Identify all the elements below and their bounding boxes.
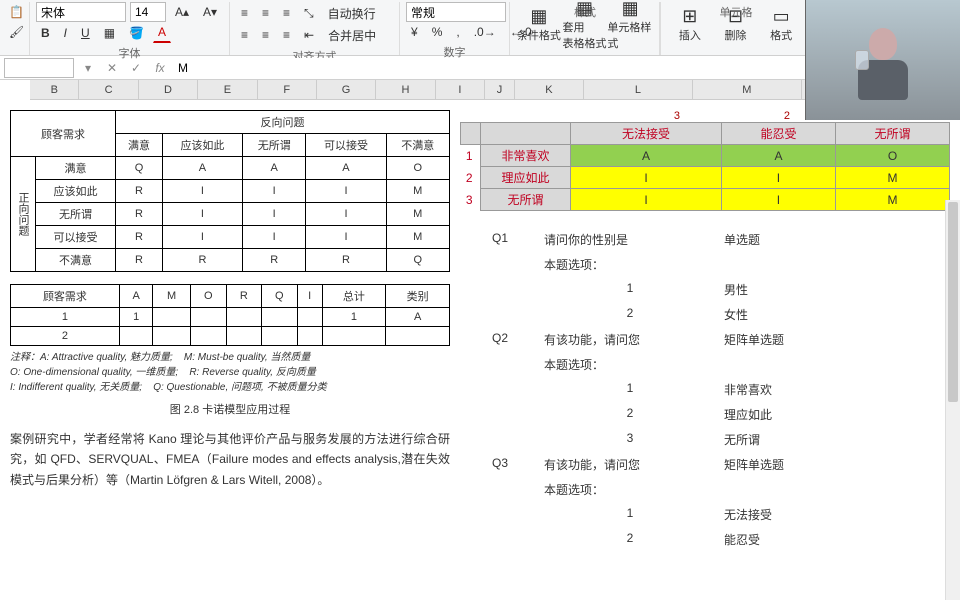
col-B[interactable]: B bbox=[30, 80, 79, 99]
increase-font[interactable]: A▴ bbox=[170, 2, 194, 22]
col-F[interactable]: F bbox=[258, 80, 317, 99]
decrease-font[interactable]: A▾ bbox=[198, 2, 222, 22]
merge-center[interactable]: 合并居中 bbox=[323, 24, 381, 47]
question-list: Q1请问你的性别是单选题本题选项：1男性2女性Q2有该功能，请问您矩阵单选题本题… bbox=[460, 229, 950, 550]
figure-caption: 图 2.8 卡诺模型应用过程 bbox=[10, 401, 450, 417]
percent[interactable]: % bbox=[427, 22, 448, 42]
col-E[interactable]: E bbox=[198, 80, 257, 99]
col-H[interactable]: H bbox=[376, 80, 435, 99]
kano-matrix[interactable]: 无法接受能忍受无所谓 1非常喜欢AAO2理应如此IIM3无所谓IIM bbox=[460, 122, 950, 211]
align-top[interactable]: ≡ bbox=[236, 3, 253, 23]
col-C[interactable]: C bbox=[79, 80, 138, 99]
kano-table-1: 顾客需求反向问题 满意应该如此无所谓可以接受不满意 正向问题满意QAAAO应该如… bbox=[10, 110, 450, 272]
paste-button[interactable]: 📋 bbox=[10, 2, 23, 22]
align-right[interactable]: ≡ bbox=[278, 25, 295, 45]
scrollbar-thumb[interactable] bbox=[948, 202, 958, 402]
align-mid[interactable]: ≡ bbox=[257, 3, 274, 23]
font-color[interactable]: A bbox=[153, 22, 171, 43]
fill-color[interactable]: 🪣 bbox=[124, 23, 149, 43]
number-format[interactable] bbox=[406, 2, 506, 22]
dec-inc[interactable]: .0→ bbox=[469, 22, 501, 42]
confirm-icon[interactable]: ✓ bbox=[126, 58, 146, 78]
orient[interactable]: ⤡ bbox=[299, 3, 319, 24]
webcam-overlay bbox=[805, 0, 960, 120]
group-style-label: 样式 bbox=[510, 4, 660, 20]
wrap-text[interactable]: 自动换行 bbox=[323, 2, 381, 25]
align-left[interactable]: ≡ bbox=[236, 25, 253, 45]
font-name[interactable] bbox=[36, 2, 126, 22]
border-button[interactable]: ▦ bbox=[99, 23, 120, 43]
right-data-region: 321 无法接受能忍受无所谓 1非常喜欢AAO2理应如此IIM3无所谓IIM Q… bbox=[460, 110, 950, 550]
currency[interactable]: ¥ bbox=[406, 22, 423, 42]
worksheet-area: BCDEFGHIJKLMNO 顾客需求反向问题 满意应该如此无所谓可以接受不满意… bbox=[0, 80, 960, 600]
group-cell-label: 单元格 bbox=[661, 4, 811, 20]
format-painter[interactable]: 🖌 bbox=[10, 22, 23, 42]
paragraph-text: 案例研究中，学者经常将 Kano 理论与其他评价产品与服务发展的方法进行综合研究… bbox=[10, 429, 450, 490]
col-L[interactable]: L bbox=[584, 80, 693, 99]
col-G[interactable]: G bbox=[317, 80, 376, 99]
col-D[interactable]: D bbox=[139, 80, 198, 99]
font-size[interactable] bbox=[130, 2, 166, 22]
dropdown-icon[interactable]: ▾ bbox=[78, 58, 98, 78]
col-M[interactable]: M bbox=[693, 80, 802, 99]
fx-icon[interactable]: fx bbox=[150, 58, 170, 78]
underline-button[interactable]: U bbox=[76, 23, 95, 43]
col-I[interactable]: I bbox=[436, 80, 485, 99]
name-box[interactable] bbox=[4, 58, 74, 78]
bold-button[interactable]: B bbox=[36, 23, 55, 43]
kano-table-2: 顾客需求AMORQI总计类别 111A2 bbox=[10, 284, 450, 346]
italic-button[interactable]: I bbox=[59, 23, 72, 43]
vertical-scrollbar[interactable] bbox=[945, 200, 960, 600]
col-J[interactable]: J bbox=[485, 80, 515, 99]
indent-dec[interactable]: ⇤ bbox=[299, 25, 319, 45]
cancel-icon[interactable]: ✕ bbox=[102, 58, 122, 78]
col-K[interactable]: K bbox=[515, 80, 584, 99]
legend-notes: 注释：A: Attractive quality, 魅力质量; M: Must-… bbox=[10, 350, 450, 395]
align-bot[interactable]: ≡ bbox=[278, 3, 295, 23]
align-center[interactable]: ≡ bbox=[257, 25, 274, 45]
comma[interactable]: , bbox=[451, 22, 464, 42]
embedded-doc: 顾客需求反向问题 满意应该如此无所谓可以接受不满意 正向问题满意QAAAO应该如… bbox=[10, 110, 450, 490]
